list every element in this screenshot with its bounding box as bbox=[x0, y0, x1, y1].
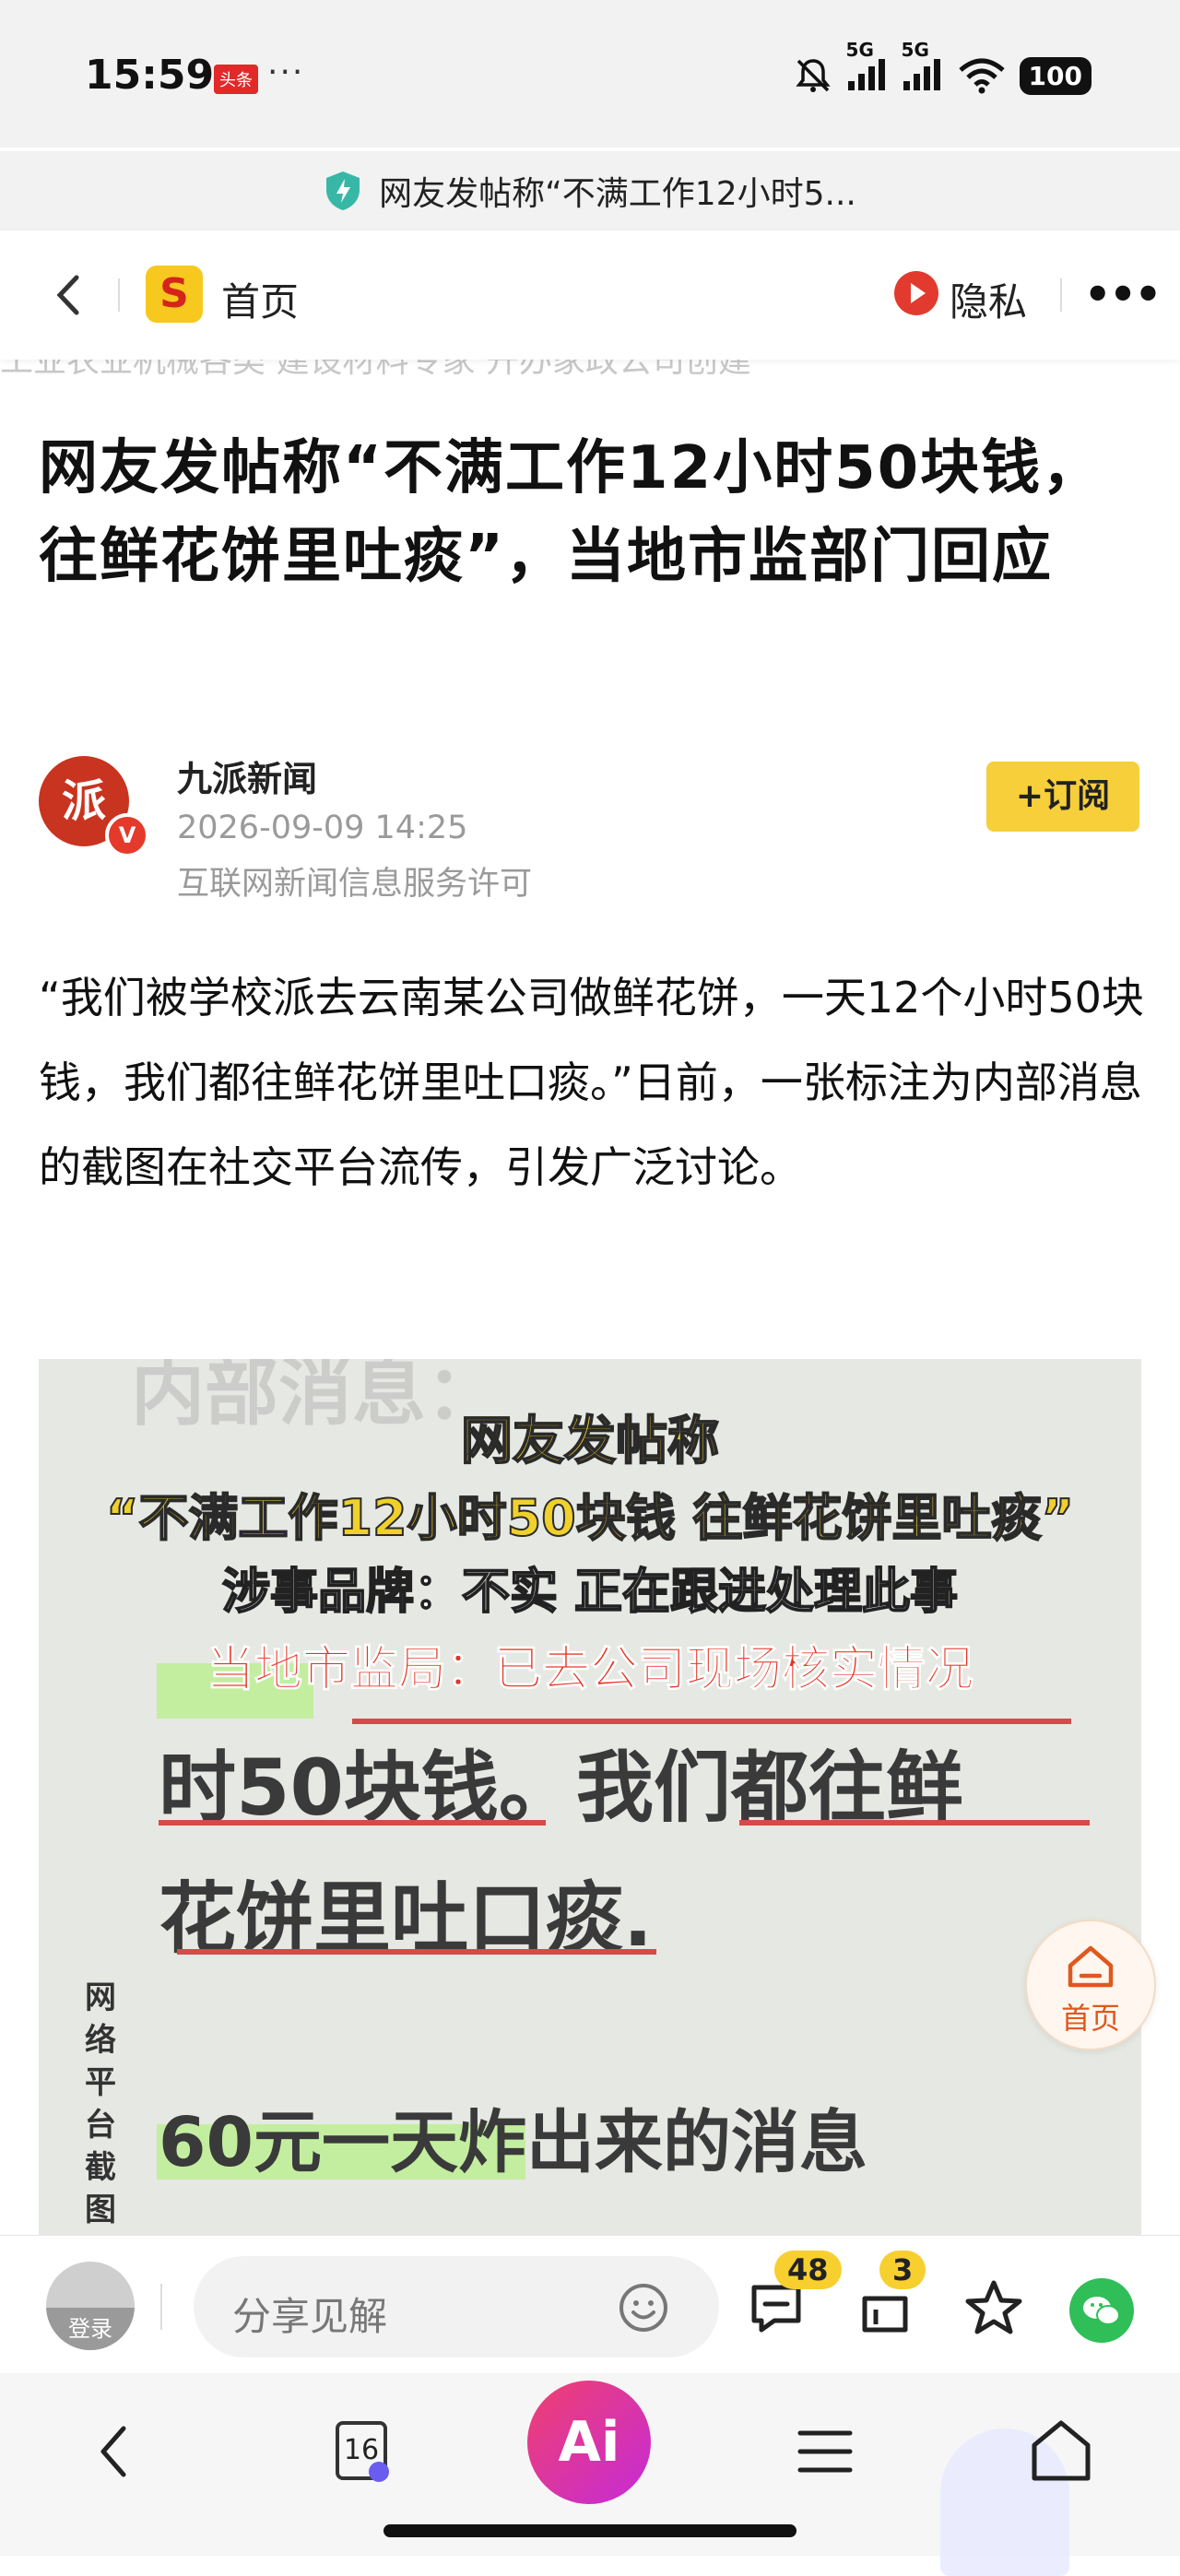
image-side-caption: 网络平台截图 bbox=[85, 1979, 116, 2228]
chevron-left-icon bbox=[56, 275, 79, 315]
wechat-icon bbox=[1083, 2297, 1120, 2325]
home-link[interactable]: 首页 bbox=[221, 271, 299, 327]
article-nav-bar: S 首页 隐私 ••• bbox=[0, 230, 1180, 360]
home-icon[interactable] bbox=[1020, 2410, 1103, 2493]
page-title-short: 网友发帖称“不满工作12小时5... bbox=[379, 175, 856, 213]
emoji-icon[interactable] bbox=[618, 2282, 669, 2334]
share-count-badge: 3 bbox=[879, 2251, 926, 2289]
more-options-button[interactable]: ••• bbox=[1084, 269, 1162, 319]
image-headline-3: 涉事品牌：不实 正在跟进处理此事 bbox=[221, 1564, 959, 1621]
signal-bars-icon bbox=[903, 58, 940, 90]
status-icons: 5G 5G 100 bbox=[793, 39, 1092, 103]
incognito-dot-icon bbox=[369, 2462, 389, 2482]
browser-bottom-nav: 16 Ai bbox=[0, 2373, 1180, 2576]
back-arrow-icon[interactable] bbox=[74, 2410, 157, 2493]
divider bbox=[1060, 278, 1062, 312]
privacy-link[interactable]: 隐私 bbox=[950, 271, 1027, 327]
mute-bell-icon bbox=[795, 59, 831, 92]
underline-mark bbox=[352, 1719, 1071, 1724]
page-url-bar[interactable]: 网友发帖称“不满工作12小时5... bbox=[0, 151, 1180, 230]
article-title: 网友发帖称“不满工作12小时50块钱，往鲜花饼里吐痰”，当地市监部门回应 bbox=[39, 434, 1103, 591]
comment-toolbar: 登录 分享见解 48 3 bbox=[0, 2235, 1180, 2374]
net-label-2: 5G bbox=[901, 38, 929, 61]
toutiao-badge: 头条 bbox=[214, 65, 258, 94]
image-headline-1: 网友发帖称 bbox=[460, 1411, 720, 1472]
verified-badge-icon: V bbox=[105, 813, 149, 857]
ai-assistant-button[interactable]: Ai bbox=[527, 2381, 651, 2504]
menu-icon[interactable] bbox=[784, 2410, 867, 2493]
underline-mark bbox=[739, 1820, 1090, 1826]
home-indicator[interactable] bbox=[384, 2524, 796, 2537]
back-button[interactable] bbox=[41, 267, 96, 323]
divider bbox=[160, 2284, 162, 2330]
login-avatar[interactable]: 登录 bbox=[46, 2262, 135, 2350]
underline-mark bbox=[177, 1949, 656, 1955]
publish-date: 2026-09-09 14:25 bbox=[177, 809, 468, 846]
net-label-1: 5G bbox=[845, 38, 874, 61]
subscribe-button[interactable]: +订阅 bbox=[986, 762, 1139, 832]
comment-input[interactable]: 分享见解 bbox=[194, 2256, 719, 2357]
privacy-play-icon[interactable] bbox=[894, 271, 938, 315]
wifi-icon bbox=[958, 58, 1005, 94]
image-headline-4: 当地市监局：已去公司现场核实情况 bbox=[206, 1642, 974, 1698]
image-headline-2: “不满工作12小时50块钱 往鲜花饼里吐痰” bbox=[105, 1488, 1075, 1548]
toutiao-logo-icon[interactable]: S bbox=[146, 266, 203, 323]
star-icon[interactable] bbox=[964, 2278, 1023, 2337]
article-image[interactable]: 内部消息： 网友发帖称 “不满工作12小时50块钱 往鲜花饼里吐痰” 涉事品牌：… bbox=[39, 1359, 1141, 2235]
author-name[interactable]: 九派新闻 bbox=[177, 750, 317, 801]
underline-mark bbox=[159, 1820, 546, 1826]
signal-5g-1: 5G bbox=[846, 39, 889, 97]
floating-home-label: 首页 bbox=[1060, 2001, 1120, 2036]
comment-placeholder: 分享见解 bbox=[232, 2294, 388, 2339]
battery-indicator: 100 bbox=[1019, 56, 1092, 95]
divider bbox=[118, 278, 120, 312]
house-icon bbox=[1068, 1945, 1114, 1988]
status-more-dots: ··· bbox=[267, 53, 305, 91]
signal-5g-2: 5G bbox=[902, 39, 944, 97]
signal-bars-icon bbox=[847, 58, 885, 90]
floating-home-button[interactable]: 首页 bbox=[1025, 1920, 1156, 2050]
article-paragraph: “我们被学校派去云南某公司做鲜花饼，一天12个小时50块钱，我们都往鲜花饼里吐口… bbox=[39, 973, 1144, 1192]
license-text[interactable]: 互联网新闻信息服务许可 bbox=[177, 857, 532, 904]
wechat-share-button[interactable] bbox=[1069, 2278, 1134, 2343]
comment-count-badge: 48 bbox=[774, 2251, 842, 2289]
image-text-line-3: 60元一天炸出来的消息 bbox=[159, 2103, 867, 2182]
login-label: 登录 bbox=[46, 2308, 135, 2350]
status-time: 15:59 bbox=[85, 52, 215, 99]
status-bar: 15:59 头条 ··· 5G 5G 100 bbox=[0, 0, 1180, 148]
shield-icon bbox=[326, 171, 360, 210]
